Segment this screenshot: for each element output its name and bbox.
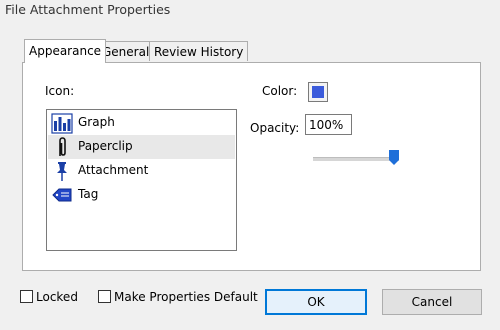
list-item-label: Tag [78,187,99,201]
icon-label: Icon: [45,84,75,98]
make-default-label: Make Properties Default [114,290,258,304]
opacity-slider-track[interactable] [313,157,399,161]
tab-appearance[interactable]: Appearance [24,39,107,63]
tab-review-history[interactable]: Review History [149,41,249,61]
ok-button[interactable]: OK [265,289,367,315]
window-title: File Attachment Properties [5,2,171,17]
opacity-slider-thumb[interactable] [389,150,399,165]
list-item-label: Attachment [78,163,149,177]
locked-checkbox[interactable] [20,290,33,303]
color-label: Color: [262,84,298,98]
appearance-panel: Icon: Graph Paperclip Attachment Tag Col… [22,62,481,271]
cancel-button[interactable]: Cancel [382,289,482,315]
list-item-tag[interactable]: Tag [48,183,235,207]
list-item-graph[interactable]: Graph [48,111,235,135]
color-picker-button[interactable] [308,82,328,102]
list-item-paperclip[interactable]: Paperclip [48,135,235,159]
paperclip-icon [51,136,73,158]
list-item-label: Graph [78,115,115,129]
make-default-checkbox[interactable] [98,290,111,303]
locked-label: Locked [36,290,78,304]
icon-list[interactable]: Graph Paperclip Attachment Tag [46,109,237,251]
graph-icon [51,112,73,134]
tag-icon [51,184,73,206]
list-item-label: Paperclip [78,139,133,153]
color-swatch [312,86,324,98]
opacity-input[interactable] [305,114,352,135]
list-item-attachment[interactable]: Attachment [48,159,235,183]
pushpin-icon [51,160,73,182]
opacity-label: Opacity: [250,121,300,135]
